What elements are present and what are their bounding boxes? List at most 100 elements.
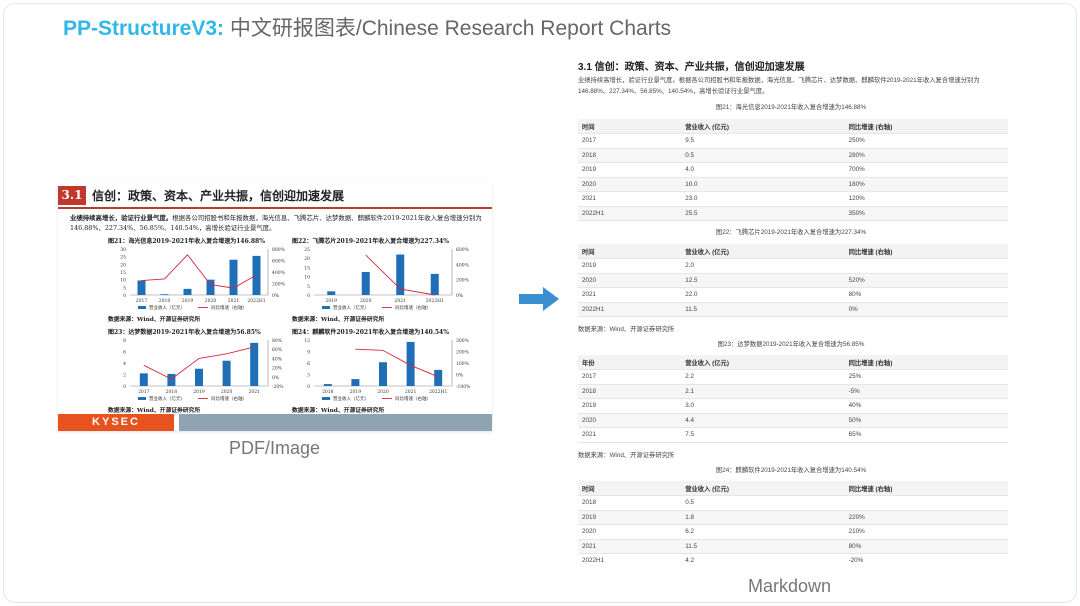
table-row: 2018 0.5 280% [578,148,1008,163]
legend-bar-swatch [322,397,330,400]
x-tick-label: 2022H1 [426,298,444,304]
table-cell: 2018 [578,495,682,511]
y2-tick-label: 600% [272,259,286,265]
y2-tick-label: 0% [456,373,464,379]
table-row: 2020 6.2 210% [578,524,1008,540]
table-cell: 2022H1 [578,553,682,568]
y-tick-label: 0 [123,384,126,390]
table-header-cell: 营业收入 (亿元) [681,481,845,496]
chart-kylin: 图24：麒麟软件2019-2021年收入复合增速为140.54% 0 3 6 9 12 -… [292,327,492,414]
y-tick-label: 15 [120,270,126,276]
table-cell: 120% [844,191,1008,207]
title-text: 中文研报图表/Chinese Research Report Charts [224,17,672,40]
table-cell: 11.5 [681,302,845,317]
x-tick-label: 2020 [360,298,372,304]
table-cell: 22.0 [681,287,845,303]
y-tick-label: 6 [123,350,126,356]
brand-name: PP-StructureV3: [63,17,225,40]
table-row: 2017 9.5 250% [578,133,1008,149]
table-row: 2021 22.0 80% [578,287,1008,303]
table-cell: 3.0 [681,398,845,414]
bar [361,272,370,295]
y-tick-label: 0 [307,384,310,390]
table-cell: 2017 [578,369,682,385]
y2-tick-label: 20% [272,366,283,372]
y-tick-label: 10 [120,278,126,284]
x-tick-label: 2018 [166,389,178,395]
chart-title: 图22：飞腾芯片2019-2021年收入复合增速为227.34% [292,238,449,245]
y2-tick-label: 800% [272,247,286,253]
bar [250,342,259,386]
table-header-row: 时间 营业收入 (亿元) 同比增速 (右轴) [578,244,1008,259]
legend-line-label: 同比增速（右轴） [395,304,431,311]
table-cell: 2017 [578,133,682,149]
table-cell: -5% [844,384,1008,399]
bar [430,273,439,295]
arrow-right-icon [519,287,559,311]
table-row: 2022H1 11.5 0% [578,302,1008,317]
table-header-cell: 时间 [578,244,682,259]
table-cell: 2022H1 [578,206,682,221]
table-row: 2018 0.5 [578,495,1008,511]
y-tick-label: 20 [120,262,126,268]
x-tick-label: 2018 [322,389,334,395]
table-cell: 2021 [578,191,682,207]
table-cell: 2020 [578,177,682,192]
table-cell: 2020 [578,273,682,288]
table-cell: 520% [844,273,1008,288]
section-number: 3.1 [58,186,86,205]
table-cell: 7.5 [681,427,845,443]
table-cell: 10.0 [681,177,845,192]
x-tick-label: 2018 [159,298,171,304]
y-tick-label: 10 [304,275,310,281]
chart-hygon: 图21：海光信息2019-2021年收入复合增速为146.88% 0 5 10 15 2… [108,236,308,323]
y2-tick-label: -100% [456,384,471,390]
table-cell: 50% [844,413,1008,428]
md-caption: 图22：飞腾芯片2019-2021年收入复合增速为227.34% [715,229,867,236]
table-header-cell: 营业收入 (亿元) [681,355,845,370]
md-caption: 图21：海光信息2019-2021年收入复合增速为146.88% [715,104,867,111]
x-tick-label: 2019 [350,389,362,395]
table-cell: 2019 [578,398,682,414]
table-cell [844,258,1008,274]
y-tick-label: 25 [304,247,310,253]
bar [160,294,169,295]
chart-plot: 0 5 10 15 20 25 0% 200% 400% 600% 2019 2020 2021 2022… [304,247,470,311]
y2-tick-label: 400% [456,262,470,268]
table-cell: 2.0 [681,258,845,274]
chart-phytium: 图22：飞腾芯片2019-2021年收入复合增速为227.34% 0 5 10 15 2… [292,236,492,323]
bar [167,373,176,386]
x-tick-label: 2020 [221,389,233,395]
table-row: 2019 4.0 700% [578,162,1008,178]
section-header: 3.1 信创：政策、资本、产业共振，信创迎加速发展 [58,183,492,209]
table-cell: 4.0 [681,162,845,178]
chart-source: 数据来源：Wind、开源证券研究所 [108,317,201,323]
table-header-row: 年份 营业收入 (亿元) 同比增速 (右轴) [578,355,1008,370]
table-row: 2020 12.5 520% [578,273,1008,288]
y-tick-label: 9 [307,350,310,356]
chart-dameng: 图23：达梦数据2019-2021年收入复合增速为56.85% 0 2 4 6 8 -20… [108,327,308,414]
y-tick-label: 30 [120,247,126,253]
y2-tick-label: 200% [456,350,470,356]
table-row: 2019 2.0 [578,258,1008,274]
table-header-cell: 营业收入 (亿元) [681,244,845,259]
table-cell: 220% [844,510,1008,525]
md-source: 数据来源：Wind、开源证券研究所 [578,452,675,459]
series-line [355,348,439,378]
footer-bar [179,414,492,431]
md-caption: 图23：达梦数据2019-2021年收入复合增速为56.85% [717,341,865,348]
chart-title: 图24：麒麟软件2019-2021年收入复合增速为140.54% [292,329,449,336]
chart-title: 图23：达梦数据2019-2021年收入复合增速为56.85% [108,329,261,336]
md-table: 时间 营业收入 (亿元) 同比增速 (右轴) 2017 9.5 250% 2018 0.5 28… [578,119,1008,221]
y2-tick-label: 200% [272,282,286,288]
series-line [141,254,257,289]
table-header-cell: 时间 [578,481,682,496]
x-tick-label: 2021 [248,389,260,395]
y2-tick-label: 400% [272,270,286,276]
table-cell: 180% [844,177,1008,192]
table-cell: 80% [844,287,1008,303]
y-tick-label: 15 [304,265,310,271]
table-row: 2021 11.5 80% [578,539,1008,554]
bar [222,360,231,386]
pdf-page-image: 3.1 信创：政策、资本、产业共振，信创迎加速发展 业绩持续高增长，验证行业景气… [58,183,492,431]
